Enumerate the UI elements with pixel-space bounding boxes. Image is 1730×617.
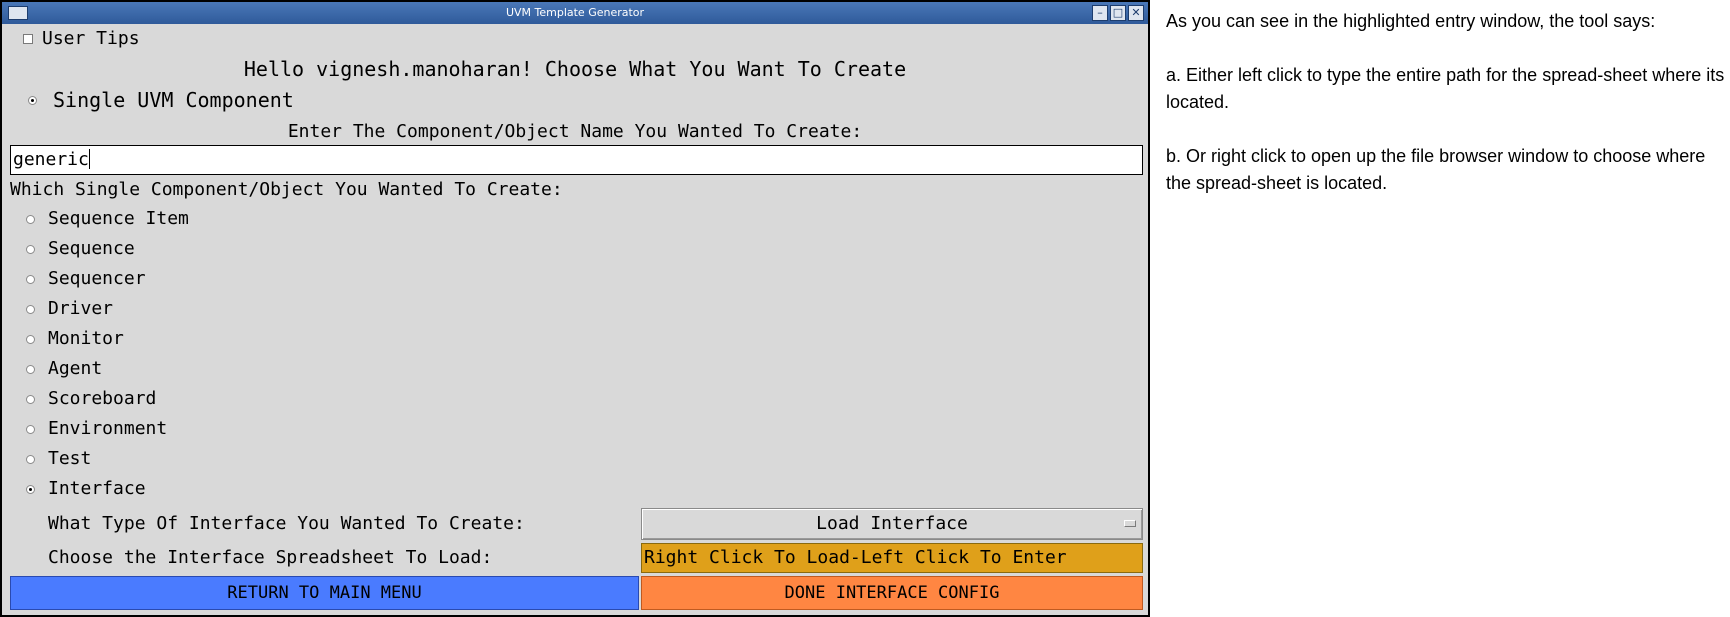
sequencer-radio[interactable] bbox=[26, 275, 35, 284]
sequence-item-label[interactable]: Sequence Item bbox=[48, 208, 189, 229]
component-name-value: generic bbox=[13, 149, 89, 170]
monitor-label[interactable]: Monitor bbox=[48, 328, 124, 349]
interface-type-label: What Type Of Interface You Wanted To Cre… bbox=[48, 513, 525, 534]
sequence-radio[interactable] bbox=[26, 245, 35, 254]
sequence-label[interactable]: Sequence bbox=[48, 238, 135, 259]
minimize-icon[interactable]: – bbox=[1092, 5, 1108, 21]
user-tips-checkbox[interactable] bbox=[23, 34, 33, 44]
interface-type-value: Load Interface bbox=[816, 513, 968, 534]
spreadsheet-label: Choose the Interface Spreadsheet To Load… bbox=[48, 547, 493, 568]
note-intro: As you can see in the highlighted entry … bbox=[1166, 11, 1656, 31]
scoreboard-label[interactable]: Scoreboard bbox=[48, 388, 156, 409]
uvm-template-generator-window: UVM Template Generator – □ ✕ User Tips H… bbox=[0, 0, 1150, 617]
spreadsheet-load-text: Right Click To Load-Left Click To Enter bbox=[644, 547, 1067, 568]
component-name-input[interactable]: generic bbox=[10, 145, 1143, 175]
test-label[interactable]: Test bbox=[48, 448, 91, 469]
single-uvm-component-label[interactable]: Single UVM Component bbox=[53, 88, 294, 112]
name-prompt: Enter The Component/Object Name You Want… bbox=[287, 121, 863, 142]
sequencer-label[interactable]: Sequencer bbox=[48, 268, 146, 289]
option-menu-indicator-icon bbox=[1124, 520, 1136, 527]
note-option-b: b. Or right click to open up the file br… bbox=[1166, 146, 1706, 193]
driver-label[interactable]: Driver bbox=[48, 298, 113, 319]
done-interface-config-button[interactable]: DONE INTERFACE CONFIG bbox=[641, 576, 1143, 610]
test-radio[interactable] bbox=[26, 455, 35, 464]
agent-radio[interactable] bbox=[26, 365, 35, 374]
scoreboard-radio[interactable] bbox=[26, 395, 35, 404]
single-uvm-component-radio[interactable] bbox=[28, 96, 37, 105]
window-menu-icon[interactable] bbox=[8, 6, 28, 20]
interface-type-select[interactable]: Load Interface bbox=[641, 508, 1143, 540]
driver-radio[interactable] bbox=[26, 305, 35, 314]
spreadsheet-load-entry[interactable]: Right Click To Load-Left Click To Enter bbox=[641, 543, 1143, 573]
monitor-radio[interactable] bbox=[26, 335, 35, 344]
greeting-text: Hello vignesh.manoharan! Choose What You… bbox=[243, 57, 907, 81]
close-icon[interactable]: ✕ bbox=[1128, 5, 1144, 21]
text-caret bbox=[88, 149, 90, 169]
environment-radio[interactable] bbox=[26, 425, 35, 434]
interface-radio[interactable] bbox=[26, 485, 35, 494]
return-to-main-menu-button[interactable]: RETURN TO MAIN MENU bbox=[10, 576, 639, 610]
maximize-icon[interactable]: □ bbox=[1110, 5, 1126, 21]
sequence-item-radio[interactable] bbox=[26, 215, 35, 224]
user-tips-label[interactable]: User Tips bbox=[42, 28, 140, 49]
interface-label[interactable]: Interface bbox=[48, 478, 146, 499]
agent-label[interactable]: Agent bbox=[48, 358, 102, 379]
environment-label[interactable]: Environment bbox=[48, 418, 167, 439]
instruction-note: As you can see in the highlighted entry … bbox=[1166, 8, 1726, 224]
note-option-a: a. Either left click to type the entire … bbox=[1166, 65, 1725, 112]
window-title: UVM Template Generator bbox=[505, 6, 645, 19]
title-bar[interactable]: UVM Template Generator – □ ✕ bbox=[2, 2, 1148, 24]
type-prompt: Which Single Component/Object You Wanted… bbox=[10, 179, 563, 200]
